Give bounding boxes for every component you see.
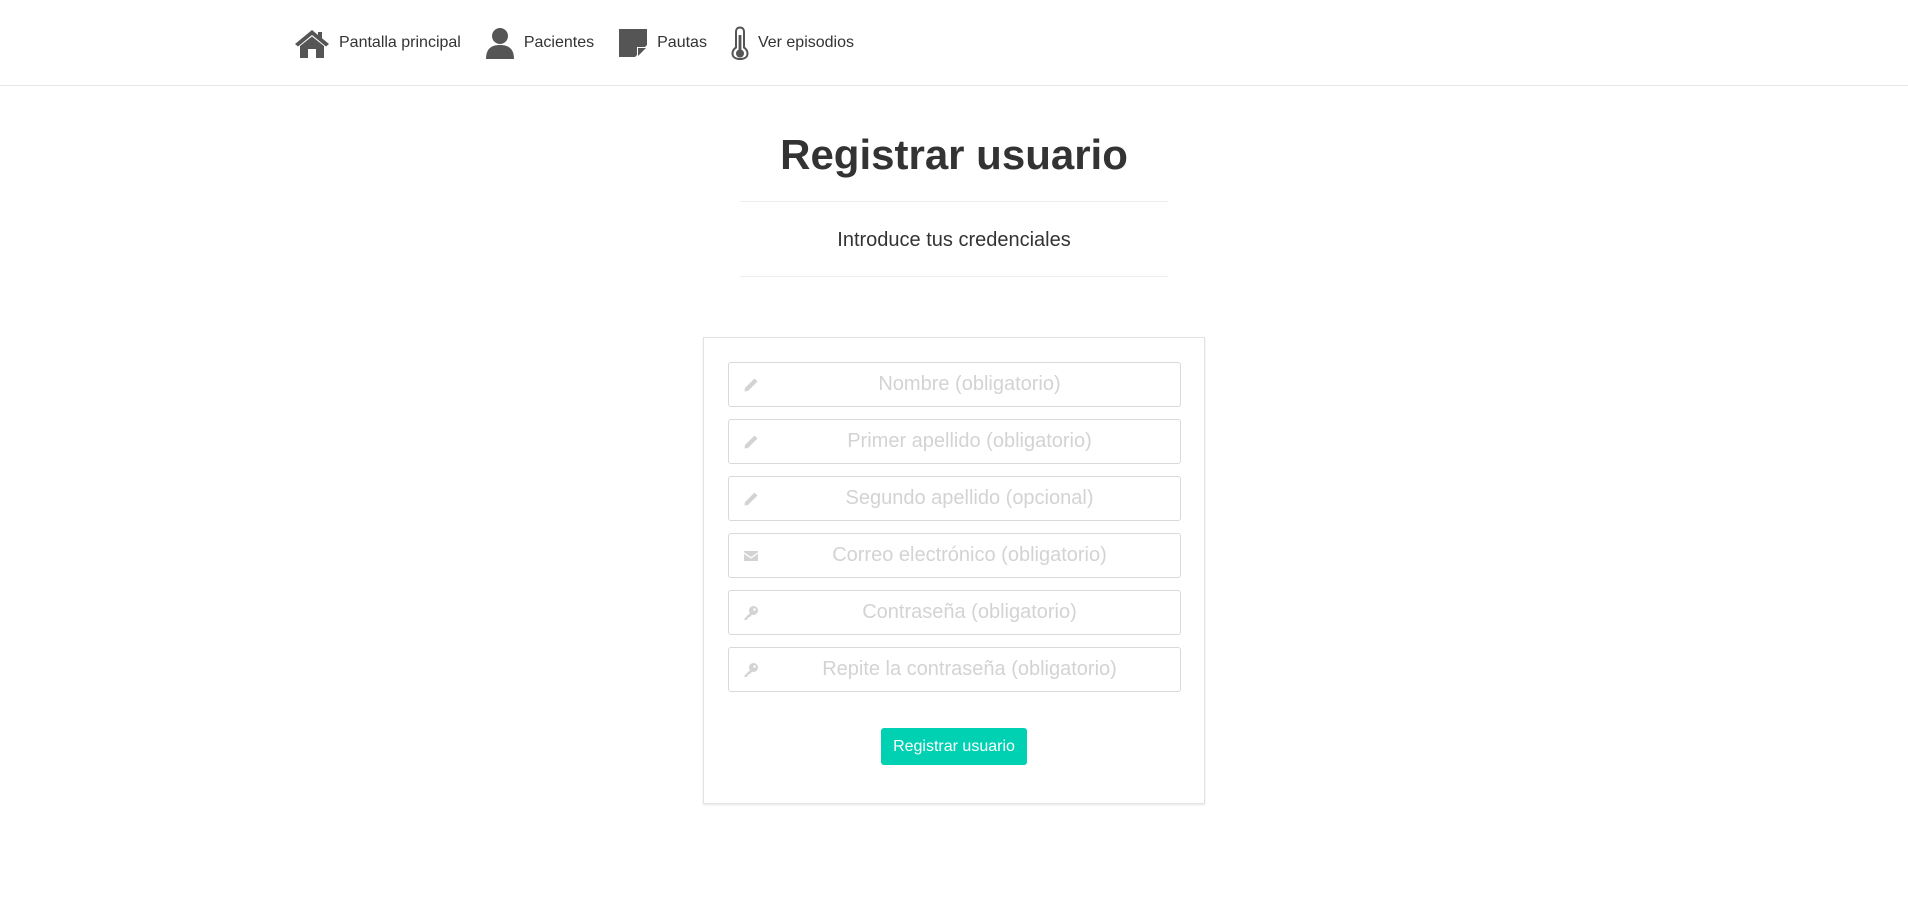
password-field <box>728 590 1181 635</box>
nav-list: Pantalla principal Pacientes Pautas Ver … <box>294 24 878 62</box>
nav-item-episodes[interactable]: Ver episodios <box>731 26 854 60</box>
nav-item-patients[interactable]: Pacientes <box>485 27 594 59</box>
register-form: Registrar usuario <box>703 337 1205 804</box>
first-name-input[interactable] <box>729 363 1180 406</box>
divider-top <box>740 201 1168 202</box>
thermometer-icon <box>731 26 749 60</box>
first-surname-input[interactable] <box>729 420 1180 463</box>
page-subtitle: Introduce tus credenciales <box>837 229 1071 251</box>
nav-item-home[interactable]: Pantalla principal <box>294 28 461 58</box>
user-icon <box>485 27 515 59</box>
second-surname-input[interactable] <box>729 477 1180 520</box>
nav-label-guidelines: Pautas <box>657 34 707 51</box>
first-name-field <box>728 362 1181 407</box>
repeat-password-input[interactable] <box>729 648 1180 691</box>
register-button[interactable]: Registrar usuario <box>881 728 1027 765</box>
nav-label-home: Pantalla principal <box>339 34 461 51</box>
sticky-note-icon <box>618 28 648 58</box>
nav-label-episodes: Ver episodios <box>757 34 854 51</box>
home-icon <box>294 28 330 58</box>
email-field <box>728 533 1181 578</box>
divider-bottom <box>740 276 1168 277</box>
page-title: Registrar usuario <box>780 131 1128 178</box>
first-surname-field <box>728 419 1181 464</box>
repeat-password-field <box>728 647 1181 692</box>
top-navbar: Pantalla principal Pacientes Pautas Ver … <box>0 0 1908 86</box>
password-input[interactable] <box>729 591 1180 634</box>
email-input[interactable] <box>729 534 1180 577</box>
nav-item-guidelines[interactable]: Pautas <box>618 28 707 58</box>
nav-label-patients: Pacientes <box>523 34 595 51</box>
second-surname-field <box>728 476 1181 521</box>
